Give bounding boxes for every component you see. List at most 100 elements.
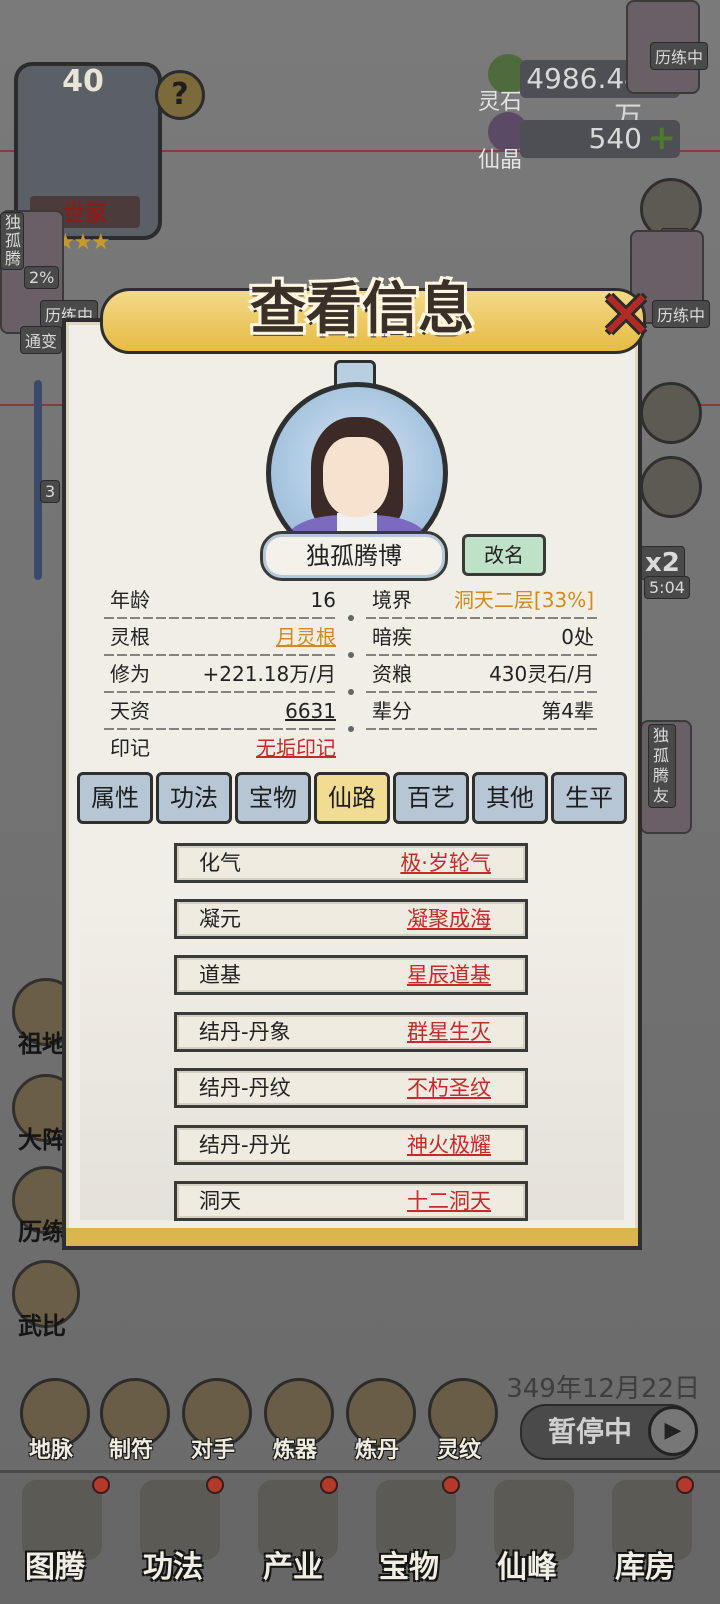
path-row: 道基 星辰道基 xyxy=(174,955,528,995)
divider-dot xyxy=(348,652,354,658)
hidden-illness-label: 暗疾 xyxy=(372,625,412,649)
dialog-mountain-wash xyxy=(80,900,624,1220)
mark-link[interactable]: 无垢印记 xyxy=(224,730,336,767)
path-stage: 结丹-丹纹 xyxy=(199,1076,291,1100)
tab-hundred-arts[interactable]: 百艺 xyxy=(393,772,469,824)
salary-value: 430灵石/月 xyxy=(489,662,594,686)
hidden-illness-value: 0处 xyxy=(561,625,594,649)
cultivation-value: +221.18万/月 xyxy=(202,662,336,686)
avatar-face xyxy=(323,437,389,517)
path-row: 结丹-丹光 神火极耀 xyxy=(174,1125,528,1165)
side-character-name: 独孤腾 xyxy=(0,212,24,270)
stat-row: 天资 6631 辈分 第4辈 xyxy=(104,689,604,730)
path-row: 化气 极·岁轮气 xyxy=(174,843,528,883)
divider-dot xyxy=(348,615,354,621)
earth-vein-label: 地脉 xyxy=(28,1438,73,1463)
close-button[interactable]: ✕ xyxy=(594,283,658,350)
tab-attributes[interactable]: 属性 xyxy=(77,772,153,824)
great-array-label: 大阵 xyxy=(18,1126,66,1154)
stat-row: 印记 无垢印记 xyxy=(104,726,604,767)
spirit-root-link[interactable]: 月灵根 xyxy=(224,619,336,656)
jade-icon[interactable] xyxy=(640,456,702,518)
notification-dot xyxy=(676,1476,694,1494)
tab-biography[interactable]: 生平 xyxy=(551,772,627,824)
immortal-crystal-label: 仙晶 xyxy=(478,148,523,173)
ancestral-land-label: 祖地 xyxy=(18,1030,66,1058)
stat-row: 修为 +221.18万/月 资粮 430灵石/月 xyxy=(104,652,604,693)
stat-row: 灵根 月灵根 暗疾 0处 xyxy=(104,615,604,656)
dialog-title: 查看信息 xyxy=(250,277,474,342)
stat-row: 年龄 16 境界 洞天二层[33%] xyxy=(104,582,604,619)
notification-dot xyxy=(442,1476,460,1494)
rename-button[interactable]: 改名 xyxy=(462,534,546,576)
help-button[interactable]: ? xyxy=(155,70,205,120)
realm-label: 境界 xyxy=(372,588,412,612)
path-row: 凝元 凝聚成海 xyxy=(174,899,528,939)
speed-timer: 5:04 xyxy=(644,576,690,599)
nav-immortal-peak[interactable]: 仙峰 xyxy=(482,1542,572,1586)
divider-dot xyxy=(348,689,354,695)
speed-multiplier[interactable]: x2 xyxy=(640,546,685,580)
divider-dot xyxy=(348,726,354,732)
martial-contest-label: 武比 xyxy=(18,1312,66,1340)
spirit-stone-label: 灵石 xyxy=(478,90,523,115)
talent-value[interactable]: 6631 xyxy=(224,693,336,730)
path-value-link[interactable]: 不朽圣纹 xyxy=(407,1071,491,1105)
talisman-label: 制符 xyxy=(108,1438,153,1463)
notification-dot xyxy=(320,1476,338,1494)
percent-label: 2% xyxy=(24,266,60,289)
generation-value: 第4辈 xyxy=(541,699,594,723)
generation-label: 辈分 xyxy=(372,699,412,723)
notification-dot xyxy=(206,1476,224,1494)
salary-label: 资粮 xyxy=(372,662,412,686)
tab-treasures[interactable]: 宝物 xyxy=(235,772,311,824)
nav-storehouse[interactable]: 库房 xyxy=(600,1542,690,1586)
age-value: 16 xyxy=(310,588,336,612)
status-badge: 通变 xyxy=(20,326,63,354)
opponent-label: 对手 xyxy=(190,1438,235,1463)
path-stage: 结丹-丹象 xyxy=(199,1020,291,1044)
path-value-link[interactable]: 凝聚成海 xyxy=(407,902,491,936)
game-date: 349年12月22日 xyxy=(506,1374,700,1404)
path-row: 结丹-丹象 群星生灭 xyxy=(174,1012,528,1052)
path-stage: 洞天 xyxy=(199,1189,241,1213)
age-label: 年龄 xyxy=(110,588,150,612)
status-badge: 历练中 xyxy=(650,42,709,70)
sect-level: 40 xyxy=(62,64,104,99)
path-stage: 结丹-丹光 xyxy=(199,1133,291,1157)
notification-dot xyxy=(92,1476,110,1494)
realm-value: 洞天二层[33%] xyxy=(453,588,594,612)
dialog-bottom-band xyxy=(62,1228,642,1250)
alchemy-label: 炼丹 xyxy=(354,1438,399,1463)
path-stage: 道基 xyxy=(199,963,241,987)
play-icon[interactable]: ▶ xyxy=(648,1406,698,1456)
status-badge: 历练中 xyxy=(652,300,711,328)
talent-label: 天资 xyxy=(110,699,150,723)
path-row: 洞天 十二洞天 xyxy=(174,1181,528,1221)
cultivation-label: 修为 xyxy=(110,662,150,686)
tab-techniques[interactable]: 功法 xyxy=(156,772,232,824)
path-value-link[interactable]: 极·岁轮气 xyxy=(400,846,491,880)
spirit-pattern-label: 灵纹 xyxy=(436,1438,481,1463)
info-tabs: 属性 功法 宝物 仙路 百艺 其他 生平 xyxy=(77,772,629,826)
immortal-crystal-value: 540 xyxy=(588,122,642,155)
side-character-name: 独孤腾友 xyxy=(648,724,676,808)
pause-label: 暂停中 xyxy=(548,1415,633,1448)
nav-industry[interactable]: 产业 xyxy=(248,1542,338,1586)
tab-immortal-path[interactable]: 仙路 xyxy=(314,772,390,824)
left-counter: 3 xyxy=(40,480,61,503)
nav-totem[interactable]: 图腾 xyxy=(10,1542,100,1586)
mark-label: 印记 xyxy=(110,736,150,760)
path-value-link[interactable]: 神火极耀 xyxy=(407,1128,491,1162)
scroll-icon[interactable] xyxy=(640,382,702,444)
nav-treasure[interactable]: 宝物 xyxy=(364,1542,454,1586)
add-immortal-crystal-button[interactable]: + xyxy=(648,121,677,155)
tab-other[interactable]: 其他 xyxy=(472,772,548,824)
path-value-link[interactable]: 群星生灭 xyxy=(407,1015,491,1049)
path-value-link[interactable]: 星辰道基 xyxy=(407,958,491,992)
path-stage: 凝元 xyxy=(199,907,241,931)
artifact-forge-label: 炼器 xyxy=(272,1438,317,1463)
nav-technique[interactable]: 功法 xyxy=(128,1542,218,1586)
path-value-link[interactable]: 十二洞天 xyxy=(407,1184,491,1218)
immortal-crystal-counter: 540 + xyxy=(520,120,680,158)
